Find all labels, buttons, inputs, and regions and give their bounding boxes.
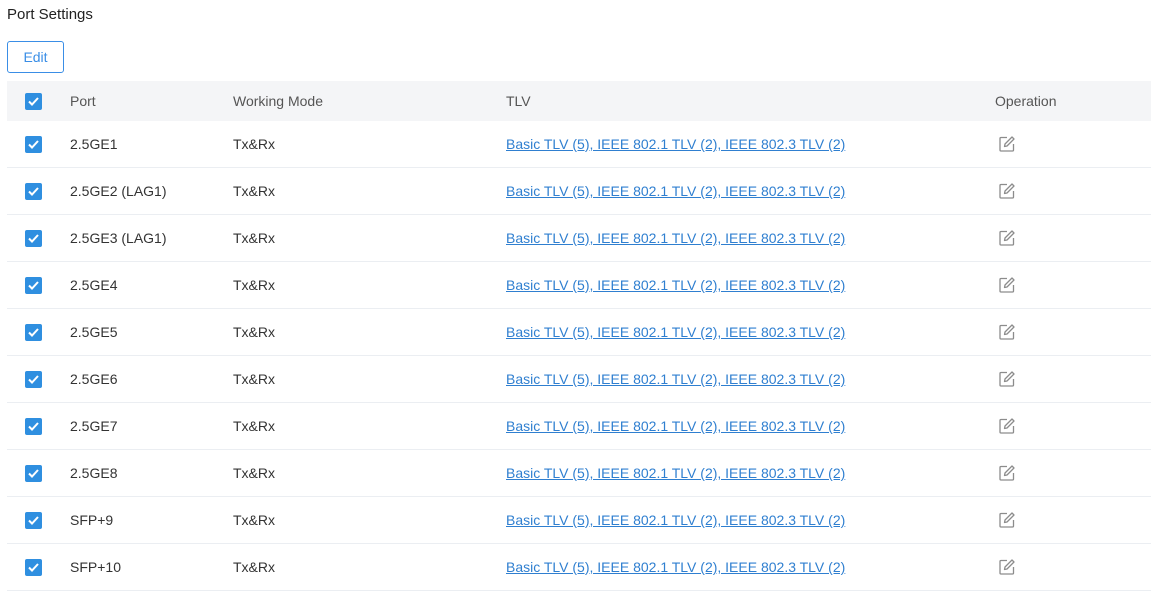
table-header: Port Working Mode TLV Operation (7, 81, 1151, 121)
working-mode-cell: Tx&Rx (233, 418, 275, 434)
edit-icon[interactable] (998, 135, 1016, 153)
tlv-link[interactable]: Basic TLV (5), IEEE 802.1 TLV (2), IEEE … (506, 230, 845, 246)
select-all-checkbox[interactable] (25, 92, 42, 110)
table-row: 2.5GE4 Tx&Rx Basic TLV (5), IEEE 802.1 TLV… (7, 262, 1151, 309)
edit-icon[interactable] (998, 276, 1016, 294)
table-body: 2.5GE1 Tx&Rx Basic TLV (5), IEEE 802.1 TLV… (7, 121, 1151, 591)
tlv-link[interactable]: Basic TLV (5), IEEE 802.1 TLV (2), IEEE … (506, 512, 845, 528)
working-mode-cell: Tx&Rx (233, 277, 275, 293)
row-checkbox[interactable] (25, 511, 42, 529)
header-port: Port (70, 93, 96, 109)
working-mode-cell: Tx&Rx (233, 465, 275, 481)
port-cell: 2.5GE7 (70, 418, 118, 434)
tlv-link[interactable]: Basic TLV (5), IEEE 802.1 TLV (2), IEEE … (506, 559, 845, 575)
working-mode-cell: Tx&Rx (233, 512, 275, 528)
port-cell: 2.5GE2 (LAG1) (70, 183, 167, 199)
header-operation: Operation (995, 93, 1057, 109)
edit-icon[interactable] (998, 558, 1016, 576)
table-row: 2.5GE2 (LAG1) Tx&Rx Basic TLV (5), IEEE 80… (7, 168, 1151, 215)
port-cell: SFP+10 (70, 559, 121, 575)
row-checkbox[interactable] (25, 464, 42, 482)
row-checkbox[interactable] (25, 558, 42, 576)
working-mode-cell: Tx&Rx (233, 230, 275, 246)
edit-icon[interactable] (998, 511, 1016, 529)
edit-icon[interactable] (998, 370, 1016, 388)
port-cell: SFP+9 (70, 512, 114, 528)
row-checkbox[interactable] (25, 417, 42, 435)
port-cell: 2.5GE1 (70, 136, 118, 152)
tlv-link[interactable]: Basic TLV (5), IEEE 802.1 TLV (2), IEEE … (506, 183, 845, 199)
row-checkbox[interactable] (25, 229, 42, 247)
table-row: SFP+9 Tx&Rx Basic TLV (5), IEEE 802.1 TLV … (7, 497, 1151, 544)
port-cell: 2.5GE6 (70, 371, 118, 387)
tlv-link[interactable]: Basic TLV (5), IEEE 802.1 TLV (2), IEEE … (506, 324, 845, 340)
tlv-link[interactable]: Basic TLV (5), IEEE 802.1 TLV (2), IEEE … (506, 371, 845, 387)
port-settings-table: Port Working Mode TLV Operation 2.5GE1 Tx… (7, 81, 1151, 591)
tlv-link[interactable]: Basic TLV (5), IEEE 802.1 TLV (2), IEEE … (506, 277, 845, 293)
port-cell: 2.5GE4 (70, 277, 118, 293)
tlv-link[interactable]: Basic TLV (5), IEEE 802.1 TLV (2), IEEE … (506, 465, 845, 481)
row-checkbox[interactable] (25, 182, 42, 200)
edit-icon[interactable] (998, 323, 1016, 341)
table-row: 2.5GE3 (LAG1) Tx&Rx Basic TLV (5), IEEE 80… (7, 215, 1151, 262)
working-mode-cell: Tx&Rx (233, 371, 275, 387)
row-checkbox[interactable] (25, 276, 42, 294)
working-mode-cell: Tx&Rx (233, 324, 275, 340)
row-checkbox[interactable] (25, 135, 42, 153)
tlv-link[interactable]: Basic TLV (5), IEEE 802.1 TLV (2), IEEE … (506, 136, 845, 152)
tlv-link[interactable]: Basic TLV (5), IEEE 802.1 TLV (2), IEEE … (506, 418, 845, 434)
port-cell: 2.5GE8 (70, 465, 118, 481)
header-working-mode: Working Mode (233, 93, 324, 109)
table-row: 2.5GE5 Tx&Rx Basic TLV (5), IEEE 802.1 TLV… (7, 309, 1151, 356)
table-row: 2.5GE8 Tx&Rx Basic TLV (5), IEEE 802.1 TLV… (7, 450, 1151, 497)
edit-icon[interactable] (998, 229, 1016, 247)
port-cell: 2.5GE5 (70, 324, 118, 340)
port-cell: 2.5GE3 (LAG1) (70, 230, 167, 246)
working-mode-cell: Tx&Rx (233, 183, 275, 199)
working-mode-cell: Tx&Rx (233, 559, 275, 575)
header-tlv: TLV (506, 93, 531, 109)
edit-icon[interactable] (998, 464, 1016, 482)
row-checkbox[interactable] (25, 323, 42, 341)
table-row: 2.5GE1 Tx&Rx Basic TLV (5), IEEE 802.1 TLV… (7, 121, 1151, 168)
table-row: SFP+10 Tx&Rx Basic TLV (5), IEEE 802.1 TLV… (7, 544, 1151, 591)
page-title: Port Settings (7, 6, 93, 23)
edit-icon[interactable] (998, 182, 1016, 200)
table-row: 2.5GE6 Tx&Rx Basic TLV (5), IEEE 802.1 TLV… (7, 356, 1151, 403)
working-mode-cell: Tx&Rx (233, 136, 275, 152)
row-checkbox[interactable] (25, 370, 42, 388)
edit-icon[interactable] (998, 417, 1016, 435)
edit-button[interactable]: Edit (7, 41, 64, 73)
table-row: 2.5GE7 Tx&Rx Basic TLV (5), IEEE 802.1 TLV… (7, 403, 1151, 450)
